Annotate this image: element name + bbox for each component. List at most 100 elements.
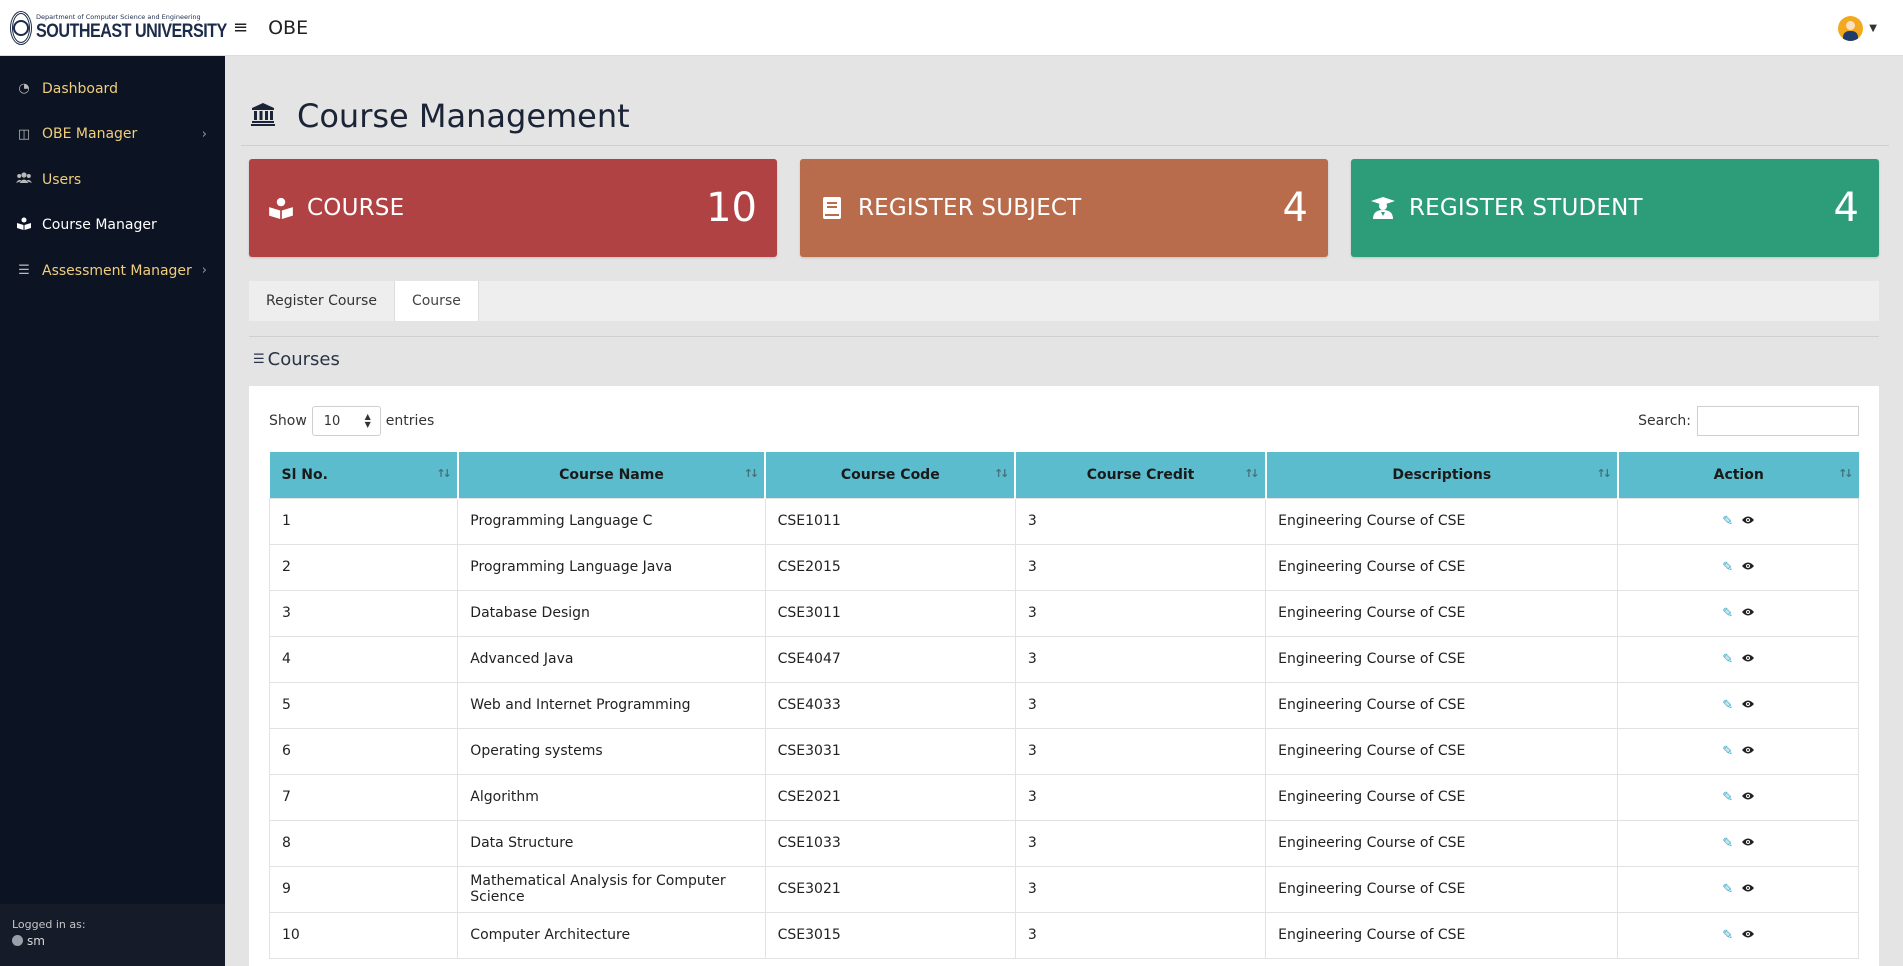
table-cell: 5 xyxy=(268,681,459,729)
eye-icon[interactable] xyxy=(1742,608,1755,616)
table-cell: 10 xyxy=(268,911,459,959)
sidebar-item-label: OBE Manager xyxy=(42,126,138,143)
sort-arrows-icon: ▲ ▼ xyxy=(364,412,371,429)
table-cell: Engineering Course of CSE xyxy=(1265,589,1619,637)
sidebar-item-users[interactable]: Users xyxy=(0,157,225,203)
table-cell: Engineering Course of CSE xyxy=(1265,819,1619,867)
eye-icon[interactable] xyxy=(1742,930,1755,938)
eye-icon[interactable] xyxy=(1742,654,1755,662)
eye-icon[interactable] xyxy=(1742,700,1755,708)
caret-down-icon[interactable]: ▼ xyxy=(1869,23,1877,34)
column-header-action[interactable]: Action ↑↓ xyxy=(1617,452,1859,498)
tab-course[interactable]: Course xyxy=(393,281,479,321)
table-cell: 3 xyxy=(1014,911,1267,959)
table-cell: 3 xyxy=(1014,497,1267,545)
column-header-course-code[interactable]: Course Code ↑↓ xyxy=(765,452,1017,498)
eye-icon[interactable] xyxy=(1742,562,1755,570)
table-cell: Engineering Course of CSE xyxy=(1265,635,1619,683)
edit-icon[interactable]: ✎ xyxy=(1722,606,1733,621)
eye-icon[interactable] xyxy=(1742,838,1755,846)
table-cell: CSE4047 xyxy=(764,635,1016,683)
sidebar-item-dashboard[interactable]: ◔ Dashboard xyxy=(0,66,225,112)
table-cell: Programming Language Java xyxy=(457,543,766,591)
action-cell: ✎ xyxy=(1617,681,1859,729)
table-cell: 3 xyxy=(1014,543,1267,591)
table-row: 9 Mathematical Analysis for Computer Scie… xyxy=(268,865,1859,913)
avatar[interactable] xyxy=(1838,16,1864,41)
table-row: 5 Web and Internet Programming CSE4033 3 Eng… xyxy=(268,681,1859,729)
page-title: Course Management xyxy=(297,96,630,135)
sidebar: ◔ Dashboard ◫ OBE Manager › Users Course… xyxy=(0,56,225,966)
sort-icon: ↑↓ xyxy=(743,467,760,480)
table-cell: Engineering Course of CSE xyxy=(1265,773,1619,821)
edit-icon[interactable]: ✎ xyxy=(1722,744,1733,759)
sidebar-item-assessment-manager[interactable]: ☰ Assessment Manager › xyxy=(0,248,225,294)
university-logo[interactable]: Department of Computer Science and Engin… xyxy=(0,10,227,45)
table-cell: 3 xyxy=(1014,635,1267,683)
sidebar-item-course-manager[interactable]: Course Manager xyxy=(0,203,225,249)
table-search: Search: xyxy=(1638,406,1859,436)
table-cell: 3 xyxy=(268,589,459,637)
table-cell: 3 xyxy=(1014,681,1267,729)
table-cell: 2 xyxy=(268,543,459,591)
card-label: REGISTER SUBJECT xyxy=(858,195,1082,221)
sidebar-item-obe-manager[interactable]: ◫ OBE Manager › xyxy=(0,112,225,158)
table-cell: 8 xyxy=(268,819,459,867)
entries-length-control: Show 10 ▲ ▼ entries xyxy=(269,406,434,436)
table-cell: 7 xyxy=(268,773,459,821)
edit-icon[interactable]: ✎ xyxy=(1722,652,1733,667)
eye-icon[interactable] xyxy=(1742,792,1755,800)
edit-icon[interactable]: ✎ xyxy=(1722,882,1733,897)
edit-icon[interactable]: ✎ xyxy=(1722,514,1733,529)
section-title: ☰ Courses xyxy=(253,349,340,370)
sort-icon: ↑↓ xyxy=(436,467,452,480)
tachometer-icon: ◔ xyxy=(18,81,30,97)
list-icon: ☰ xyxy=(253,352,265,367)
column-header-descriptions[interactable]: Descriptions ↑↓ xyxy=(1265,452,1619,498)
table-row: 1 Programming Language C CSE1011 3 Engineeri… xyxy=(268,497,1859,545)
edit-icon[interactable]: ✎ xyxy=(1722,790,1733,805)
card-label: REGISTER STUDENT xyxy=(1409,195,1643,221)
tab-register-course[interactable]: Register Course xyxy=(249,281,394,321)
edit-icon[interactable]: ✎ xyxy=(1722,698,1733,713)
column-header-course-name[interactable]: Course Name ↑↓ xyxy=(457,452,767,498)
tabs-bar: Register Course Course xyxy=(249,281,1879,321)
table-cell: Database Design xyxy=(457,589,766,637)
sort-icon: ↑↓ xyxy=(1244,467,1260,480)
edit-icon[interactable]: ✎ xyxy=(1722,836,1733,851)
university-name: SOUTHEAST UNIVERSITY xyxy=(36,21,227,43)
chevron-right-icon: › xyxy=(201,126,207,142)
sidebar-item-label: Users xyxy=(42,171,82,188)
table-cell: 1 xyxy=(268,497,459,545)
table-cell: Programming Language C xyxy=(457,497,766,545)
eye-icon[interactable] xyxy=(1742,516,1755,524)
eye-icon[interactable] xyxy=(1742,884,1755,892)
eye-icon[interactable] xyxy=(1742,746,1755,754)
register-student-card: REGISTER STUDENT 4 xyxy=(1351,159,1879,257)
menu-toggle-icon[interactable]: ≡ xyxy=(233,17,248,38)
table-icon: ◫ xyxy=(17,126,31,142)
table-cell: CSE4033 xyxy=(764,681,1016,729)
logged-in-label: Logged in as: xyxy=(12,918,86,931)
table-cell: CSE1033 xyxy=(764,819,1016,867)
edit-icon[interactable]: ✎ xyxy=(1722,928,1733,943)
book-icon xyxy=(820,196,844,220)
column-header-sl-no[interactable]: Sl No. ↑↓ xyxy=(269,452,459,498)
action-cell: ✎ xyxy=(1617,635,1859,683)
sidebar-item-label: Course Manager xyxy=(42,217,157,234)
search-input[interactable] xyxy=(1697,406,1859,436)
user-menu[interactable]: ▼ xyxy=(1838,16,1877,41)
table-row: 7 Algorithm CSE2021 3 Engineering Course of … xyxy=(268,773,1859,821)
table-row: 8 Data Structure CSE1033 3 Engineering Cours… xyxy=(268,819,1859,867)
book-reader-icon xyxy=(269,196,293,220)
action-cell: ✎ xyxy=(1617,865,1859,913)
app-title: OBE xyxy=(268,16,309,39)
column-header-course-credit[interactable]: Course Credit ↑↓ xyxy=(1015,452,1267,498)
table-row: 4 Advanced Java CSE4047 3 Engineering Course… xyxy=(268,635,1859,683)
university-seal-icon xyxy=(10,10,32,45)
search-label: Search: xyxy=(1638,413,1691,429)
edit-icon[interactable]: ✎ xyxy=(1722,560,1733,575)
entries-select[interactable]: 10 ▲ ▼ xyxy=(311,406,381,436)
table-cell: CSE3015 xyxy=(764,911,1016,959)
table-row: 2 Programming Language Java CSE2015 3 Engine… xyxy=(268,543,1859,591)
